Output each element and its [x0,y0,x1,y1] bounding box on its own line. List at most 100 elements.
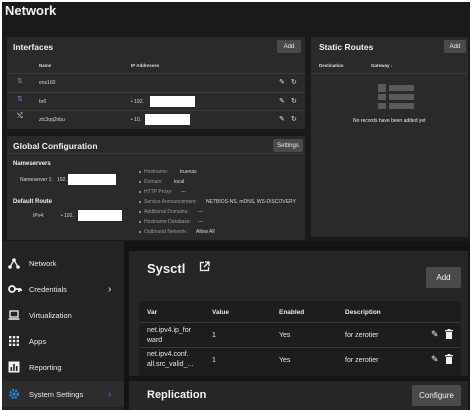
bullet [139,201,141,203]
sidebar: Network Credentials › Virtualization App… [2,241,124,410]
var-cell-line2: ward [147,337,163,344]
sysctl-title: Sysctl [147,261,186,276]
global-configuration-title: Global Configuration [13,141,98,151]
empty-state-text: No records have been added yet [353,118,426,124]
divider [139,347,461,348]
sidebar-item-credentials[interactable]: Credentials › [2,276,124,302]
edit-pencil-icon[interactable]: ✎ [279,78,285,86]
divider [311,73,468,74]
col-var: Var [147,309,158,316]
detail-value: truenas [180,169,197,175]
bullet [139,191,141,193]
detail-label: Outbound Network: [144,229,188,235]
bullet [139,171,141,173]
bullet [139,181,141,183]
swap-arrows-icon: ⇅ [17,96,23,103]
value-cell: 1 [212,332,216,339]
interfaces-title: Interfaces [13,42,54,52]
sidebar-item-label: Network [29,258,57,268]
sidebar-item-virtualization[interactable]: Virtualization [2,302,124,328]
sidebar-item-label: System Settings [29,389,84,399]
delete-trash-icon[interactable] [445,329,453,341]
refresh-icon[interactable]: ↻ [291,115,297,123]
col-value: Value [212,309,229,316]
sidebar-item-system-settings[interactable]: System Settings › [2,381,124,407]
redacted-box [145,114,190,125]
chevron-right-icon: › [108,283,112,295]
detail-value: --- [181,189,186,195]
sidebar-item-reporting[interactable]: Reporting [2,354,124,380]
system-settings-screenshot: Network Credentials › Virtualization App… [2,241,470,410]
network-screenshot: Network Interfaces Add Name IP Addresses… [2,2,470,242]
interfaces-add-button[interactable]: Add [277,40,301,53]
settings-button[interactable]: Settings [273,139,303,152]
divider [7,92,305,93]
static-routes-title: Static Routes [319,42,374,52]
value-cell: 1 [212,357,216,364]
col-description: Description [345,309,381,316]
sidebar-item-apps[interactable]: Apps [2,328,124,354]
detail-label: HTTP Proxy: [144,189,173,195]
refresh-icon[interactable]: ↻ [291,97,297,105]
interface-name: ztc3qq2nbu [39,117,65,123]
detail-label: Service Announcement: [144,199,197,205]
gear-icon [8,388,20,400]
page-title: Network [5,3,57,18]
edit-pencil-icon[interactable]: ✎ [431,354,439,365]
ipv4-label: IPv4: [33,213,45,219]
static-routes-card: Static Routes Add Destination Gateway ↓ … [311,37,468,237]
nameserver-label: Nameserver 1: [20,177,53,183]
replication-configure-button[interactable]: Configure [412,385,461,406]
replication-card: Replication Configure [129,381,468,410]
replication-title: Replication [147,389,207,401]
col-name: Name [39,63,52,68]
col-enabled: Enabled [279,309,305,316]
detail-value: --- [198,209,203,215]
sidebar-item-label: Credentials [29,284,67,294]
interface-name: ens160 [39,80,56,86]
chevron-right-icon: › [108,388,112,400]
refresh-icon[interactable]: ↻ [291,78,297,86]
edit-pencil-icon[interactable]: ✎ [279,115,285,123]
delete-trash-icon[interactable] [445,354,453,366]
bullet [139,221,141,223]
var-cell-line1: net.ipv4.conf. [147,351,189,358]
redacted-box [78,210,122,221]
empty-list-icon [378,84,414,109]
bullet [139,231,141,233]
apps-grid-icon [8,335,20,347]
chart-icon [8,361,20,373]
sidebar-item-network[interactable]: Network [2,250,124,276]
detail-value: --- [198,219,203,225]
detail-label: Hostname: [144,169,169,175]
divider [139,322,461,323]
col-gateway: Gateway ↓ [371,63,394,68]
col-ip-addresses: IP Addresses [131,63,160,68]
interface-ip: • 192. [131,99,144,105]
sidebar-item-label: Apps [29,336,47,346]
key-icon [8,283,22,295]
swap-arrows-icon: ⇅ [17,78,23,85]
interfaces-card: Interfaces Add Name IP Addresses ⇅ ens16… [7,37,305,129]
nameservers-heading: Nameservers [13,161,51,167]
static-routes-add-button[interactable]: Add [444,40,466,53]
divider [7,73,305,74]
divider [7,153,305,154]
ipv4-value: • 192. [61,213,74,219]
open-in-new-icon[interactable] [199,261,210,275]
edit-pencil-icon[interactable]: ✎ [279,97,285,105]
interface-name: br0 [39,99,47,105]
enabled-cell: Yes [279,332,291,339]
edit-pencil-icon[interactable]: ✎ [431,329,439,340]
bullet [139,211,141,213]
enabled-cell: Yes [279,357,291,364]
sysctl-card: Sysctl Add Var Value Enabled Description… [129,251,468,376]
description-cell: for zerotier [345,357,379,364]
global-configuration-card: Global Configuration Settings Nameserver… [7,136,305,240]
divider [7,110,305,111]
var-cell-line1: net.ipv4.ip_for [147,327,191,334]
sysctl-add-button[interactable]: Add [426,267,461,288]
col-destination: Destination [319,63,344,68]
network-icon [8,257,20,269]
nameserver-value: 192. [57,177,67,183]
